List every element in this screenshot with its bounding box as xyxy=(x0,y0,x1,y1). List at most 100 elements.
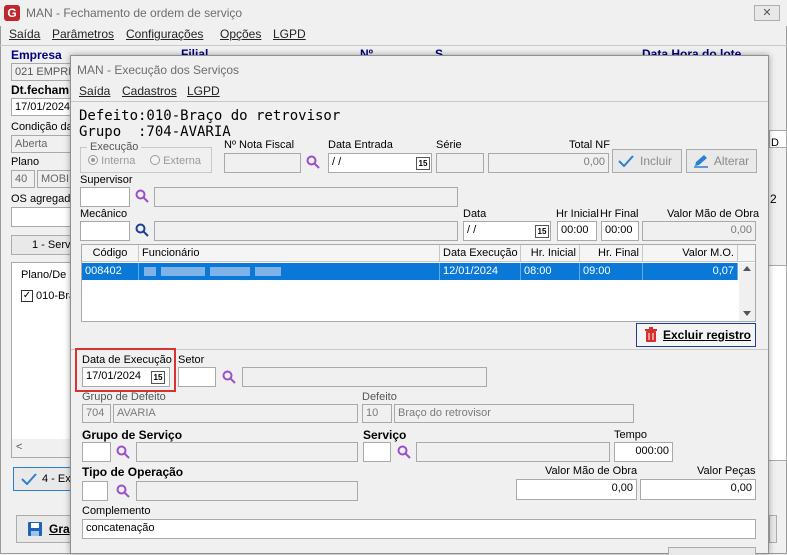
tipo-operacao-label: Tipo de Operação xyxy=(82,465,184,479)
mecanico-code-field[interactable] xyxy=(80,221,130,241)
save-icon xyxy=(28,522,42,536)
hr-inicial-field[interactable]: 00:00 xyxy=(557,221,597,241)
supervisor-name-field[interactable] xyxy=(154,187,458,207)
execucao-interna[interactable]: Interna xyxy=(88,155,135,167)
col-funcionario[interactable]: Funcionário xyxy=(139,245,440,262)
modal-menu-cadastros[interactable]: Cadastros xyxy=(122,84,177,98)
gravar-button[interactable]: Gra xyxy=(16,515,71,543)
plano-code-field[interactable]: 40 xyxy=(11,170,35,188)
main-window-title: MAN - Fechamento de ordem de serviço xyxy=(26,6,243,20)
grupo-defeito-code-field[interactable]: 704 xyxy=(82,404,111,423)
defeito-label: Defeito xyxy=(362,391,397,403)
serie-label: Série xyxy=(436,139,462,151)
grupo-servico-code-field[interactable] xyxy=(82,442,111,462)
setor-label: Setor xyxy=(178,354,205,366)
main-titlebar: G MAN - Fechamento de ordem de serviço ✕ xyxy=(0,0,787,26)
grupo-header: Grupo :704-AVARIA xyxy=(79,124,231,140)
cell-valor-mo[interactable]: 0,07 xyxy=(643,263,738,280)
close-button[interactable]: ✕ xyxy=(754,5,780,21)
modal-title: MAN - Execução dos Serviços xyxy=(77,63,240,77)
grupo-servico-label: Grupo de Serviço xyxy=(82,428,183,442)
valor-mao-obra2-field[interactable]: 0,00 xyxy=(516,479,637,500)
col-hr-inicial[interactable]: Hr. Inicial xyxy=(521,245,580,262)
setor-name-field[interactable] xyxy=(242,367,487,387)
setor-search-icon[interactable] xyxy=(222,370,236,384)
supervisor-code-field[interactable] xyxy=(80,187,130,207)
servico-code-field[interactable] xyxy=(363,442,391,462)
tipo-operacao-code-field[interactable] xyxy=(82,481,108,501)
cell-codigo[interactable]: 008402 xyxy=(82,263,139,280)
valor-mao-obra-field[interactable]: 0,00 xyxy=(642,221,756,241)
grupo-servico-name-field[interactable] xyxy=(136,442,358,462)
condicao-label: Condição da xyxy=(11,121,73,133)
col-hr-final[interactable]: Hr. Final xyxy=(580,245,643,262)
data-calendar-icon[interactable]: 15 xyxy=(535,225,549,238)
dt-fecham-field[interactable]: 17/01/2024 xyxy=(11,98,71,116)
tipo-operacao-name-field[interactable] xyxy=(136,481,358,501)
condicao-field[interactable]: Aberta xyxy=(11,135,71,153)
dt-fecham-label: Dt.fecham xyxy=(11,83,70,97)
data-entrada-calendar-icon[interactable]: 15 xyxy=(416,157,430,170)
app-logo-icon: G xyxy=(4,5,20,21)
menu-configuracoes[interactable]: Configurações xyxy=(126,27,203,41)
execucao-externa[interactable]: Externa xyxy=(150,155,201,167)
total-nf-field[interactable]: 0,00 xyxy=(488,153,609,173)
defeito-code-field[interactable]: 10 xyxy=(362,404,392,423)
tree-hscroll[interactable]: < xyxy=(12,439,70,457)
hr-inicial-label: Hr Inicial xyxy=(556,208,599,220)
hr-final-label: Hr Final xyxy=(600,208,639,220)
defeito-header: Defeito:010-Braço do retrovisor xyxy=(79,108,341,124)
menu-divider xyxy=(0,45,787,46)
mecanico-label: Mecânico xyxy=(80,208,128,220)
empresa-field[interactable]: 021 EMPRE xyxy=(11,63,71,81)
supervisor-search-icon[interactable] xyxy=(135,189,149,203)
grupo-servico-search-icon[interactable] xyxy=(116,445,130,459)
modal-menu-lgpd[interactable]: LGPD xyxy=(187,84,220,98)
modal-menu-saida[interactable]: Saída xyxy=(79,84,110,98)
valor-mao-obra-label: Valor Mão de Obra xyxy=(667,208,760,220)
col-data-execucao[interactable]: Data Execução xyxy=(440,245,521,262)
cell-hr-inicial[interactable]: 08:00 xyxy=(521,263,580,280)
mecanico-search-icon[interactable] xyxy=(135,223,149,237)
serie-field[interactable] xyxy=(436,153,484,173)
hr-final-field[interactable]: 00:00 xyxy=(601,221,639,241)
tab-servicos[interactable]: 1 - Serv xyxy=(11,235,71,255)
mecanico-name-field[interactable] xyxy=(154,221,458,241)
scroll-up-icon[interactable] xyxy=(743,266,751,271)
menu-saida[interactable]: Saída xyxy=(9,27,40,41)
tipo-operacao-search-icon[interactable] xyxy=(116,484,130,498)
nota-fiscal-search-icon[interactable] xyxy=(306,155,320,169)
externa-radio[interactable] xyxy=(150,155,160,165)
valor-pecas-field[interactable]: 0,00 xyxy=(640,479,756,500)
data-execucao-calendar-icon[interactable]: 15 xyxy=(151,371,165,384)
tree-header: Plano/De xyxy=(21,269,67,281)
setor-code-field[interactable] xyxy=(178,367,216,387)
defeito-desc-field[interactable]: Braço do retrovisor xyxy=(394,404,634,423)
total-nf-label: Total NF xyxy=(569,139,610,151)
pencil-icon xyxy=(694,155,708,168)
trash-icon xyxy=(645,327,657,342)
interna-radio[interactable] xyxy=(88,155,98,165)
menu-parametros[interactable]: Parâmetros xyxy=(52,27,114,41)
servico-name-field[interactable] xyxy=(416,442,610,462)
redacted-name-block xyxy=(144,267,156,276)
menu-lgpd[interactable]: LGPD xyxy=(273,27,306,41)
menu-opcoes[interactable]: Opções xyxy=(220,27,261,41)
tree-item-checkbox[interactable]: ✓ xyxy=(21,290,33,302)
nota-fiscal-field[interactable] xyxy=(224,153,301,173)
tempo-field[interactable]: 000:00 xyxy=(614,442,673,462)
os-agregada-field[interactable] xyxy=(11,207,71,227)
grupo-defeito-desc-field[interactable]: AVARIA xyxy=(113,404,358,423)
grid-vscroll[interactable] xyxy=(739,263,755,321)
plano-desc-field[interactable]: MOBI xyxy=(37,170,71,188)
execucao-servicos-modal: MAN - Execução dos Serviços Saída Cadast… xyxy=(70,55,769,555)
cell-data-execucao[interactable]: 12/01/2024 xyxy=(440,263,521,280)
plano-tree: Plano/De ✓ 010-Bra < xyxy=(11,262,75,458)
col-codigo[interactable]: Código xyxy=(82,245,139,262)
servico-search-icon[interactable] xyxy=(397,445,411,459)
nota-fiscal-label: Nº Nota Fiscal xyxy=(224,139,295,151)
complemento-field[interactable]: concatenação xyxy=(82,519,756,539)
cell-hr-final[interactable]: 09:00 xyxy=(580,263,643,280)
scroll-down-icon[interactable] xyxy=(743,311,751,316)
col-valor-mo[interactable]: Valor M.O. xyxy=(643,245,738,262)
